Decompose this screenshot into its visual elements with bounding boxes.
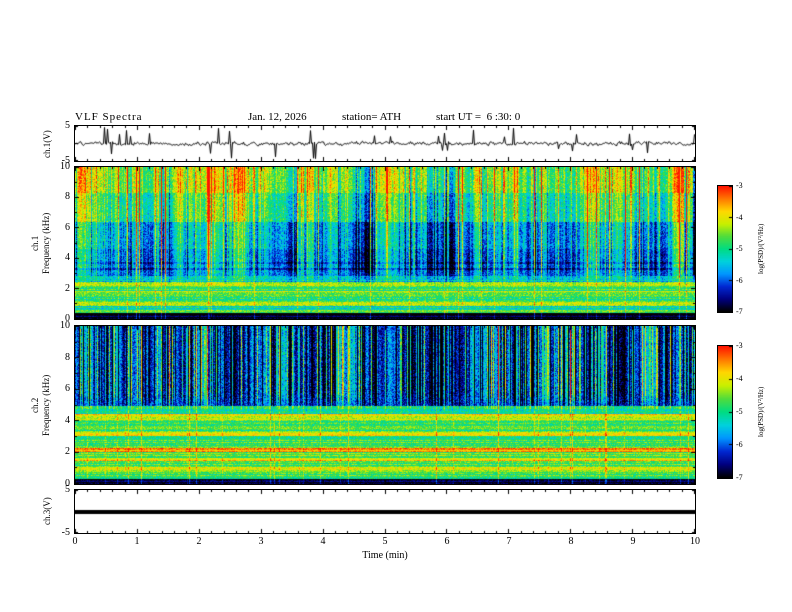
x-axis-label: Time (min) bbox=[362, 550, 408, 561]
ch1-spectrogram-canvas bbox=[75, 167, 695, 319]
x-tick-label: 3 bbox=[258, 536, 264, 547]
ch2-frequency-axis-label: ch.2 Frequency (kHz) bbox=[30, 326, 52, 484]
ch1-colorbar-canvas bbox=[718, 186, 732, 312]
ch2-colorbar-tick-label: -6 bbox=[736, 440, 743, 449]
ch2-spectrogram-canvas bbox=[75, 326, 695, 484]
chart-date: Jan. 12, 2026 bbox=[248, 111, 307, 123]
chart-title: VLF Spectra bbox=[75, 111, 143, 123]
ch1-spectrogram-panel bbox=[74, 166, 696, 320]
ch3-voltage-canvas bbox=[75, 490, 695, 533]
chart-start-ut: start UT = 6 :30: 0 bbox=[436, 111, 521, 123]
ch1-colorbar bbox=[717, 185, 733, 313]
ch3-wave-ytick-label: 5 bbox=[65, 484, 70, 495]
x-tick-label: 1 bbox=[134, 536, 140, 547]
ch1-wave-ytick-label: -5 bbox=[61, 155, 70, 166]
ch2-spec-ytick-label: 8 bbox=[65, 351, 70, 363]
ch2-spec-ytick-label: 10 bbox=[60, 320, 70, 331]
ch2-spec-ytick-label: 6 bbox=[65, 383, 70, 395]
ch2-spectrogram-panel bbox=[74, 325, 696, 485]
vlf-spectra-figure: VLF Spectra Jan. 12, 2026 station= ATH s… bbox=[0, 0, 792, 612]
ch1-wave-ytick-label: 5 bbox=[65, 120, 70, 131]
ch1-spec-ytick-label: 4 bbox=[65, 252, 70, 264]
ch2-spec-ytick-label: 4 bbox=[65, 414, 70, 426]
x-tick-label: 7 bbox=[506, 536, 512, 547]
ch3-wave-ytick-label: -5 bbox=[61, 527, 70, 538]
ch1-spec-ytick-label: 2 bbox=[65, 282, 70, 294]
ch2-spec-ytick-label: 2 bbox=[65, 446, 70, 458]
x-tick-label: 8 bbox=[568, 536, 574, 547]
ch1-voltage-panel bbox=[74, 125, 696, 162]
x-tick-label: 6 bbox=[444, 536, 450, 547]
x-tick-label: 9 bbox=[630, 536, 636, 547]
ch1-frequency-axis-channel: ch.1 bbox=[30, 235, 40, 251]
ch2-colorbar-tick-label: -3 bbox=[736, 341, 743, 350]
ch2-frequency-axis-unit: Frequency (kHz) bbox=[41, 374, 51, 436]
x-tick-label: 10 bbox=[690, 536, 700, 547]
chart-station: station= ATH bbox=[342, 111, 402, 123]
ch1-frequency-axis-unit: Frequency (kHz) bbox=[41, 212, 51, 274]
ch2-colorbar-tick-label: -5 bbox=[736, 407, 743, 416]
ch1-colorbar-tick-label: -3 bbox=[736, 181, 743, 190]
x-tick-label: 5 bbox=[382, 536, 388, 547]
ch1-colorbar-tick-label: -6 bbox=[736, 275, 743, 285]
ch1-colorbar-tick-label: -7 bbox=[736, 307, 743, 316]
ch1-spec-ytick-label: 6 bbox=[65, 221, 70, 233]
ch1-colorbar-label: log(PSD)/(V²/Hz) bbox=[757, 223, 765, 275]
ch1-colorbar-tick-label: -4 bbox=[736, 212, 743, 222]
x-tick-label: 4 bbox=[320, 536, 326, 547]
ch3-voltage-panel bbox=[74, 489, 696, 534]
ch1-frequency-axis-label: ch.1 Frequency (kHz) bbox=[30, 167, 52, 319]
ch2-colorbar bbox=[717, 345, 733, 479]
ch2-colorbar-tick-label: -7 bbox=[736, 473, 743, 482]
ch1-voltage-canvas bbox=[75, 126, 695, 161]
ch2-colorbar-label: log(PSD)/(V²/Hz) bbox=[757, 386, 765, 438]
ch1-spec-ytick-label: 8 bbox=[65, 191, 70, 203]
ch1-colorbar-tick-label: -5 bbox=[736, 244, 743, 253]
ch2-colorbar-tick-label: -4 bbox=[736, 374, 743, 383]
ch2-colorbar-canvas bbox=[718, 346, 732, 478]
ch2-frequency-axis-channel: ch.2 bbox=[30, 397, 40, 413]
x-tick-label: 2 bbox=[196, 536, 202, 547]
